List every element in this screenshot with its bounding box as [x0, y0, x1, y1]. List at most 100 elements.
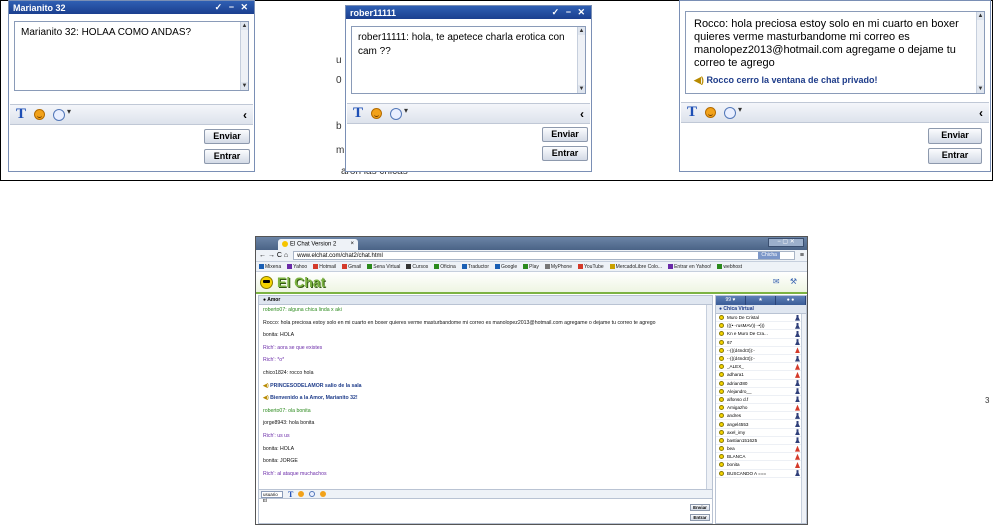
user-list-item[interactable]: -·(((d4ndr3)):-: [716, 347, 806, 355]
room-name: ● Chica Virtual: [716, 305, 806, 314]
user-list-item[interactable]: Muro De Cristal: [716, 314, 806, 323]
nav-buttons[interactable]: ← → C ⌂: [259, 252, 288, 259]
format-toolbar: T ‹: [347, 103, 590, 124]
emoticon-icon[interactable]: [34, 109, 46, 120]
extra-emoticon-icon[interactable]: [320, 491, 327, 497]
user-list-item[interactable]: Alejandro__: [716, 388, 806, 396]
bookmark-item[interactable]: Gmail: [342, 264, 361, 270]
url-pill: Chicha: [758, 252, 780, 259]
user-list-item[interactable]: adrian380: [716, 380, 806, 388]
enter-button[interactable]: Entrar: [928, 148, 982, 164]
user-list-item[interactable]: bea: [716, 445, 806, 454]
collapse-chevron-icon[interactable]: ‹: [580, 107, 584, 121]
menu-icon[interactable]: ≡: [800, 252, 804, 259]
room-message: PRINCESODELAMOR salio de la sala: [263, 383, 708, 389]
room-input[interactable]: [259, 501, 659, 523]
bookmark-item[interactable]: Entrar en Yahoo!: [668, 264, 711, 270]
user-tab[interactable]: ● ●: [776, 296, 806, 305]
collapse-chevron-icon[interactable]: ‹: [243, 108, 247, 122]
options-icon[interactable]: [309, 491, 316, 497]
message-input[interactable]: [14, 127, 204, 167]
user-list-item[interactable]: -·(((d4ndr3)):-: [716, 355, 806, 364]
bookmark-item[interactable]: MercadoLibre Colo...: [609, 264, 662, 270]
female-icon: [795, 347, 800, 354]
bookmark-item[interactable]: Hotmail: [313, 264, 336, 270]
user-list-item[interactable]: Amigazho: [716, 404, 806, 413]
user-list-item[interactable]: (((•··rusMAV))··•))): [716, 322, 806, 331]
window-controls[interactable]: ✓ − ✕: [215, 2, 250, 13]
bookmark-item[interactable]: Cursos: [406, 264, 428, 270]
send-button[interactable]: Enviar: [928, 128, 982, 144]
text-format-icon[interactable]: T: [288, 490, 293, 499]
collapse-chevron-icon[interactable]: ‹: [979, 106, 983, 120]
user-name: andres: [727, 413, 742, 419]
user-list-item[interactable]: andres: [716, 412, 806, 421]
bookmark-item[interactable]: Play: [523, 264, 539, 270]
bookmark-item[interactable]: Mixena: [259, 264, 281, 270]
message-input[interactable]: [685, 125, 925, 167]
window-controls[interactable]: ✓ − ✕: [552, 7, 587, 18]
bookmark-item[interactable]: Oficina: [434, 264, 456, 270]
text-format-icon[interactable]: T: [16, 106, 26, 123]
user-tab[interactable]: 99 ♥: [716, 296, 746, 305]
user-list-item[interactable]: bonita: [716, 461, 806, 470]
bookmark-item[interactable]: YouTube: [578, 264, 604, 270]
message-input[interactable]: [351, 127, 541, 167]
bookmark-item[interactable]: webhost: [717, 264, 742, 270]
male-icon: [795, 412, 800, 419]
bookmark-icon: [287, 263, 293, 269]
male-icon: [795, 437, 800, 444]
send-button[interactable]: Enviar: [542, 127, 588, 142]
scrollbar[interactable]: ▲ ▼: [240, 22, 248, 90]
enter-button[interactable]: Entrar: [690, 514, 710, 521]
bookmark-item[interactable]: Traductor: [461, 264, 489, 270]
bookmark-item[interactable]: Google: [495, 264, 517, 270]
room-messages: roberto07: alguna chica linda x aki Rocco…: [259, 305, 712, 489]
bookmark-item[interactable]: Sena Virtual: [367, 264, 400, 270]
browser-tab[interactable]: El Chat Version 2 ×: [278, 239, 358, 250]
male-icon: [795, 429, 800, 436]
user-list-item[interactable]: BUSCANDO A ===: [716, 470, 806, 478]
options-icon[interactable]: [724, 105, 742, 119]
bookmark-item[interactable]: Yahoo: [287, 264, 307, 270]
user-list-item[interactable]: alfonso d.f: [716, 396, 806, 405]
user-tab[interactable]: ★: [746, 296, 776, 305]
options-icon[interactable]: [53, 107, 71, 121]
user-name: BUSCANDO A ===: [727, 470, 767, 476]
emoticon-icon[interactable]: [705, 107, 717, 118]
send-button[interactable]: Enviar: [204, 129, 250, 144]
scrollbar[interactable]: ▲ ▼: [577, 27, 585, 93]
tab-close-icon[interactable]: ×: [350, 241, 354, 248]
user-list-item[interactable]: _ALEX_: [716, 363, 806, 372]
text-format-icon[interactable]: T: [687, 104, 697, 121]
private-chat-window: Marianito 32 ✓ − ✕ Marianito 32: HOLAA C…: [8, 0, 255, 172]
emoticon-icon[interactable]: [298, 491, 305, 497]
options-icon[interactable]: [390, 106, 408, 120]
bookmark-item[interactable]: MyPhone: [544, 264, 572, 270]
user-avatar-icon: [719, 429, 724, 435]
user-list-item[interactable]: axel_imy: [716, 429, 806, 437]
bg-fragment: 3: [985, 396, 990, 405]
user-list-item[interactable]: angel4553: [716, 420, 806, 429]
send-button[interactable]: Enviar: [690, 504, 710, 511]
text-format-icon[interactable]: T: [353, 105, 363, 122]
message-area: Marianito 32: HOLAA COMO ANDAS? ▲ ▼: [14, 21, 249, 91]
emoticon-icon[interactable]: [371, 108, 383, 119]
user-list-item[interactable]: 67: [716, 339, 806, 347]
scrollbar[interactable]: [706, 305, 712, 489]
header-tools-icon[interactable]: ✉ ⚒: [773, 277, 801, 286]
room-tab[interactable]: ● Amor: [259, 296, 712, 305]
scrollbar[interactable]: [801, 314, 806, 523]
chat-message: Rocco: hola preciosa estoy solo en mi cu…: [694, 18, 959, 69]
user-list-item[interactable]: Kn e Muro De Cra...: [716, 330, 806, 339]
user-list-item[interactable]: adhara1: [716, 371, 806, 380]
url-input[interactable]: www.elchat.com/chat2/chat.html Chicha: [293, 251, 795, 260]
window-controls[interactable]: − ▢ ✕: [768, 238, 804, 247]
user-list-item[interactable]: BLANCA: [716, 453, 806, 462]
user-select[interactable]: usuario El: [261, 490, 283, 503]
user-list-item[interactable]: bastian151625: [716, 437, 806, 445]
scrollbar[interactable]: ▲ ▼: [976, 12, 984, 93]
enter-button[interactable]: Entrar: [204, 149, 250, 164]
enter-button[interactable]: Entrar: [542, 146, 588, 161]
user-avatar-icon: [719, 462, 724, 468]
